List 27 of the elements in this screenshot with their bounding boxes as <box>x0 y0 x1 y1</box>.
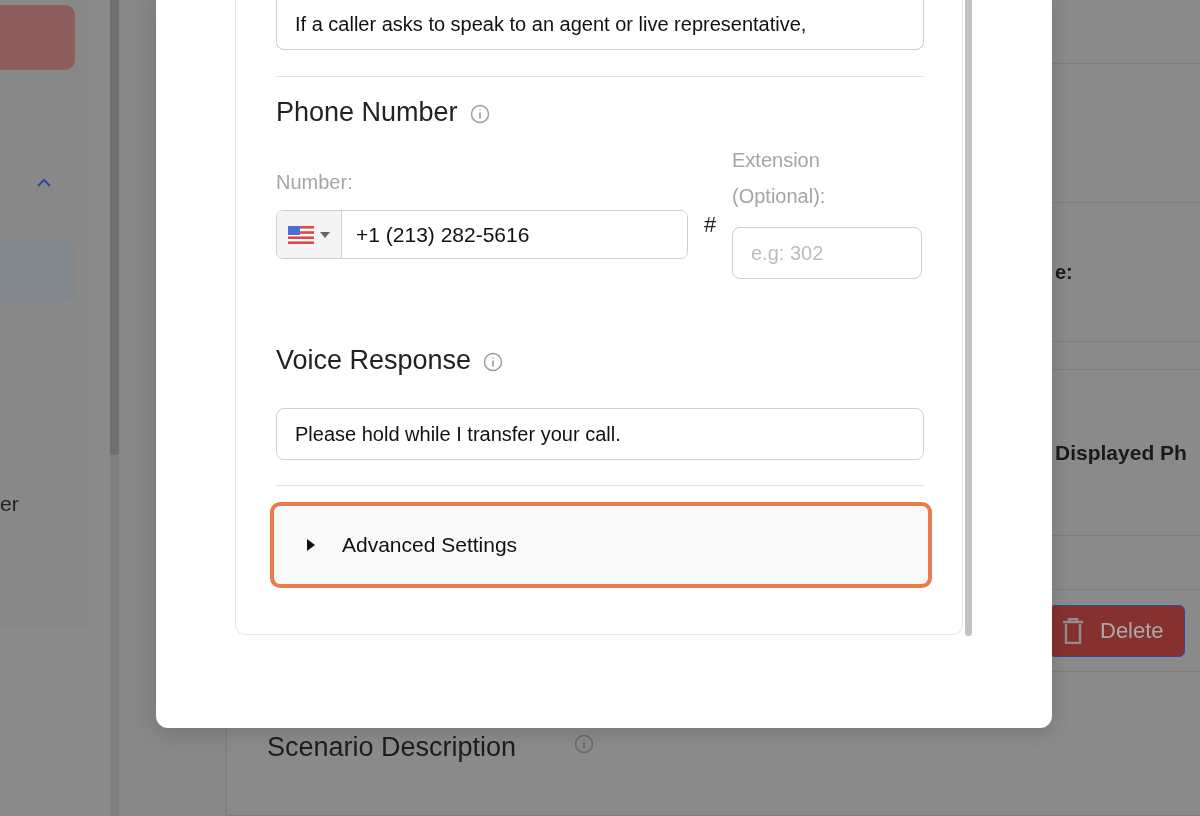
chevron-up-icon[interactable] <box>36 178 52 188</box>
extension-label: Extension (Optional): <box>732 148 827 209</box>
info-icon[interactable] <box>483 351 504 372</box>
scrollbar[interactable] <box>110 0 119 455</box>
section-heading: Scenario Description <box>267 732 517 763</box>
field-label: Displayed Ph <box>1055 440 1187 465</box>
sidebar-button[interactable] <box>0 5 75 70</box>
scrollbar[interactable] <box>965 0 972 636</box>
caret-icon <box>320 231 330 238</box>
trash-icon <box>1062 617 1084 644</box>
info-icon[interactable] <box>469 103 490 124</box>
hash-sign: # <box>704 212 714 238</box>
number-label: Number: <box>276 170 354 195</box>
voice-response-field[interactable]: Please hold while I transfer your call. <box>276 408 924 460</box>
delete-button[interactable]: Delete <box>1049 604 1185 657</box>
description-field[interactable]: If a caller asks to speak to an agent or live representative, <box>276 0 924 50</box>
section-heading: Phone Number <box>276 97 458 128</box>
advanced-settings-toggle[interactable]: Advanced Settings <box>270 502 932 588</box>
sidebar-label: er <box>0 492 19 516</box>
phone-number-field[interactable]: +1 (213) 282-5616 <box>276 210 688 259</box>
extension-field[interactable]: e.g: 302 <box>732 227 922 279</box>
flag-icon <box>288 225 314 244</box>
country-dropdown[interactable] <box>277 211 342 258</box>
caret-right-icon <box>306 539 316 551</box>
section-heading: Voice Response <box>276 345 472 376</box>
field-label: e: <box>1055 260 1073 284</box>
info-icon[interactable] <box>574 734 595 754</box>
